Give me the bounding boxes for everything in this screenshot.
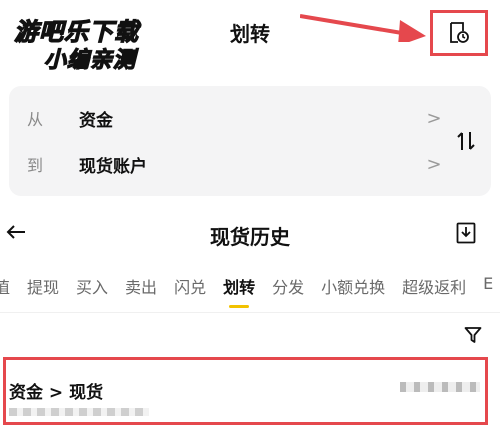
tab-partial-left[interactable]: 值 (0, 274, 10, 308)
swap-icon (457, 132, 475, 150)
history-icon (450, 22, 469, 43)
tab-small-convert[interactable]: 小额兑换 (321, 274, 385, 308)
tab-super-rebate[interactable]: 超级返利 (402, 274, 466, 308)
tab-buy[interactable]: 买入 (76, 274, 108, 308)
chevron-right-icon: > (426, 153, 442, 175)
watermark-logo: ‹ 游吧乐下载 小编亲测 (13, 12, 164, 74)
filter-button[interactable] (464, 326, 482, 348)
divider (0, 312, 500, 313)
tab-sell[interactable]: 卖出 (125, 274, 157, 308)
tab-distribution[interactable]: 分发 (272, 274, 304, 308)
download-icon (456, 222, 476, 244)
annotation-arrow (300, 14, 426, 42)
chevron-right-icon: > (426, 107, 442, 129)
download-button[interactable] (456, 222, 476, 248)
tab-withdraw[interactable]: 提现 (27, 274, 59, 308)
tab-partial-right[interactable]: E (483, 274, 493, 308)
transfer-history-button[interactable] (430, 10, 488, 56)
transfer-card: 从 资金 > 到 现货账户 > (9, 86, 491, 196)
masked-amount (400, 382, 480, 392)
swap-button[interactable] (449, 126, 483, 156)
from-value: 资金 (79, 110, 113, 131)
tab-transfer[interactable]: 划转 (223, 274, 255, 308)
transfer-record[interactable]: 资金 > 现货 (3, 357, 488, 425)
record-title: 资金 > 现货 (9, 383, 104, 403)
history-header: 现货历史 (0, 214, 500, 254)
from-account-row[interactable]: 从 资金 > (9, 95, 449, 141)
to-value: 现货账户 (79, 156, 147, 177)
filter-icon (464, 327, 482, 343)
history-tabs: 值 提现 买入 卖出 闪兑 划转 分发 小额兑换 超级返利 E (0, 274, 500, 308)
to-account-row[interactable]: 到 现货账户 > (9, 141, 449, 187)
to-label: 到 (27, 156, 44, 175)
masked-timestamp (9, 408, 149, 416)
from-label: 从 (27, 110, 44, 129)
tab-convert[interactable]: 闪兑 (174, 274, 206, 308)
history-title: 现货历史 (210, 225, 290, 249)
watermark-line-2: 小编亲测 (43, 47, 137, 73)
